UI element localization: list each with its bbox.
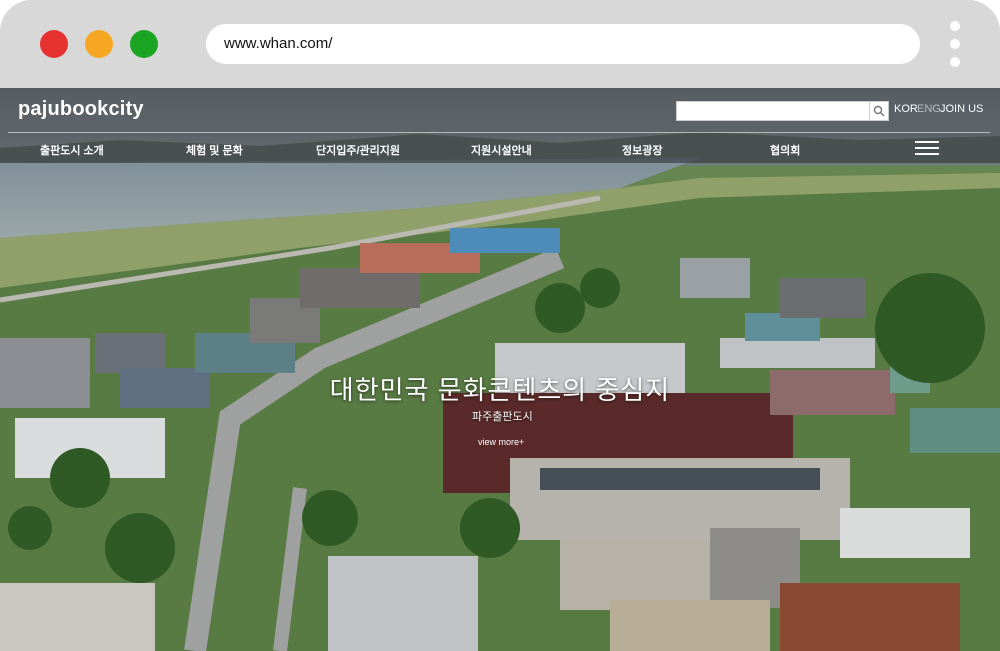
page-viewport: pajubookcity KOR ENG JOIN US 출판도시 소개 체험 … <box>0 88 1000 651</box>
hero-headline: 대한민국 문화콘텐츠의 중심지 <box>329 375 671 405</box>
search-button[interactable] <box>869 101 889 121</box>
kebab-icon[interactable] <box>948 20 962 68</box>
search-icon <box>873 105 885 117</box>
hamburger-icon[interactable] <box>915 141 939 157</box>
view-more-link[interactable]: view more+ <box>478 437 524 447</box>
join-us-link[interactable]: JOIN US <box>940 103 983 115</box>
nav-item-info[interactable]: 정보광장 <box>622 142 662 158</box>
lang-eng-link[interactable]: ENG <box>917 103 941 115</box>
nav-item-facilities[interactable]: 지원시설안내 <box>471 142 532 158</box>
minimize-window-button[interactable] <box>85 30 113 58</box>
lang-kor-link[interactable]: KOR <box>894 103 918 115</box>
maximize-window-button[interactable] <box>130 30 158 58</box>
browser-window: www.whan.com/ pajubookcity KOR ENG JOIN … <box>0 0 1000 651</box>
nav-item-intro[interactable]: 출판도시 소개 <box>40 142 104 158</box>
hero-subline: 파주출판도시 <box>472 411 533 423</box>
search-input[interactable] <box>676 101 878 121</box>
header-divider <box>8 132 990 133</box>
address-bar-url: www.whan.com/ <box>224 35 333 52</box>
site-logo[interactable]: pajubookcity <box>18 98 144 121</box>
nav-item-tenancy[interactable]: 단지입주/관리지원 <box>316 142 400 158</box>
close-window-button[interactable] <box>40 30 68 58</box>
address-bar[interactable]: www.whan.com/ <box>206 24 920 64</box>
nav-item-council[interactable]: 협의회 <box>770 142 800 158</box>
nav-item-culture[interactable]: 체험 및 문화 <box>186 142 243 158</box>
site-header: pajubookcity KOR ENG JOIN US 출판도시 소개 체험 … <box>0 88 1000 163</box>
browser-toolbar: www.whan.com/ <box>0 0 1000 88</box>
